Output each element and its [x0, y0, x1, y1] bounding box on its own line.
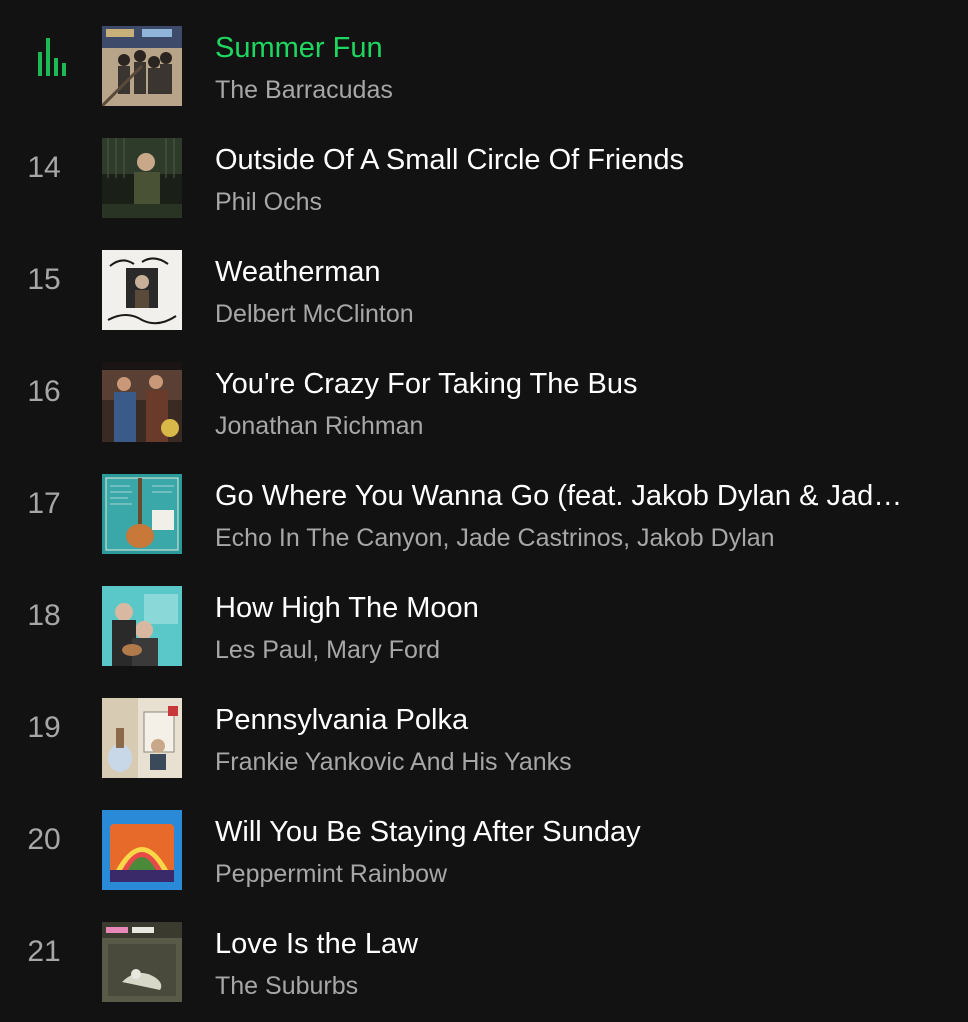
track-number: 18 — [27, 599, 61, 632]
track-number: 19 — [27, 711, 61, 744]
album-art[interactable] — [102, 26, 182, 106]
album-art[interactable] — [102, 362, 182, 442]
track-title[interactable]: Summer Fun — [215, 28, 968, 68]
album-art[interactable] — [102, 698, 182, 778]
track-number: 15 — [27, 263, 61, 296]
album-art[interactable] — [102, 474, 182, 554]
track-row[interactable]: Summer Fun The Barracudas — [0, 0, 968, 112]
track-title[interactable]: You're Crazy For Taking The Bus — [215, 364, 968, 404]
track-title[interactable]: Outside Of A Small Circle Of Friends — [215, 140, 968, 180]
track-artist[interactable]: Jonathan Richman — [215, 408, 955, 444]
album-art[interactable] — [102, 922, 182, 1002]
track-row[interactable]: 17 Go Where You Wanna Go (feat. Jakob Dy… — [0, 448, 968, 560]
track-title[interactable]: Will You Be Staying After Sunday — [215, 812, 968, 852]
track-artist[interactable]: Phil Ochs — [215, 184, 955, 220]
track-number: 16 — [27, 375, 61, 408]
track-artist[interactable]: Echo In The Canyon, Jade Castrinos, Jako… — [215, 520, 955, 556]
equalizer-icon — [38, 38, 68, 76]
track-row[interactable]: 19 Pennsylvania Polka Frankie Yankovic A… — [0, 672, 968, 784]
track-title[interactable]: How High The Moon — [215, 588, 968, 628]
track-artist[interactable]: Frankie Yankovic And His Yanks — [215, 744, 955, 780]
track-title[interactable]: Go Where You Wanna Go (feat. Jakob Dylan… — [215, 476, 968, 516]
track-title[interactable]: Weatherman — [215, 252, 968, 292]
track-number: 20 — [27, 823, 61, 856]
track-row[interactable]: 18 How High The Moon Les Paul, Mary Ford — [0, 560, 968, 672]
album-art[interactable] — [102, 138, 182, 218]
track-number: 17 — [27, 487, 61, 520]
track-number: 14 — [27, 151, 61, 184]
album-art[interactable] — [102, 586, 182, 666]
track-title[interactable]: Love Is the Law — [215, 924, 968, 964]
track-title[interactable]: Pennsylvania Polka — [215, 700, 968, 740]
album-art[interactable] — [102, 250, 182, 330]
track-row[interactable]: 14 Outside Of A Small Circle Of Friends … — [0, 112, 968, 224]
track-row[interactable]: 15 Weatherman Delbert McClinton — [0, 224, 968, 336]
track-artist[interactable]: The Barracudas — [215, 72, 955, 108]
track-row[interactable]: 16 You're Crazy For Taking The Bus Jonat… — [0, 336, 968, 448]
track-row[interactable]: 20 Will You Be Staying After Sunday Pepp… — [0, 784, 968, 896]
track-artist[interactable]: The Suburbs — [215, 968, 955, 1004]
track-row[interactable]: 21 Love Is the Law The Suburbs — [0, 896, 968, 1008]
track-artist[interactable]: Peppermint Rainbow — [215, 856, 955, 892]
track-artist[interactable]: Les Paul, Mary Ford — [215, 632, 955, 668]
track-artist[interactable]: Delbert McClinton — [215, 296, 955, 332]
album-art[interactable] — [102, 810, 182, 890]
track-number: 21 — [27, 935, 61, 968]
